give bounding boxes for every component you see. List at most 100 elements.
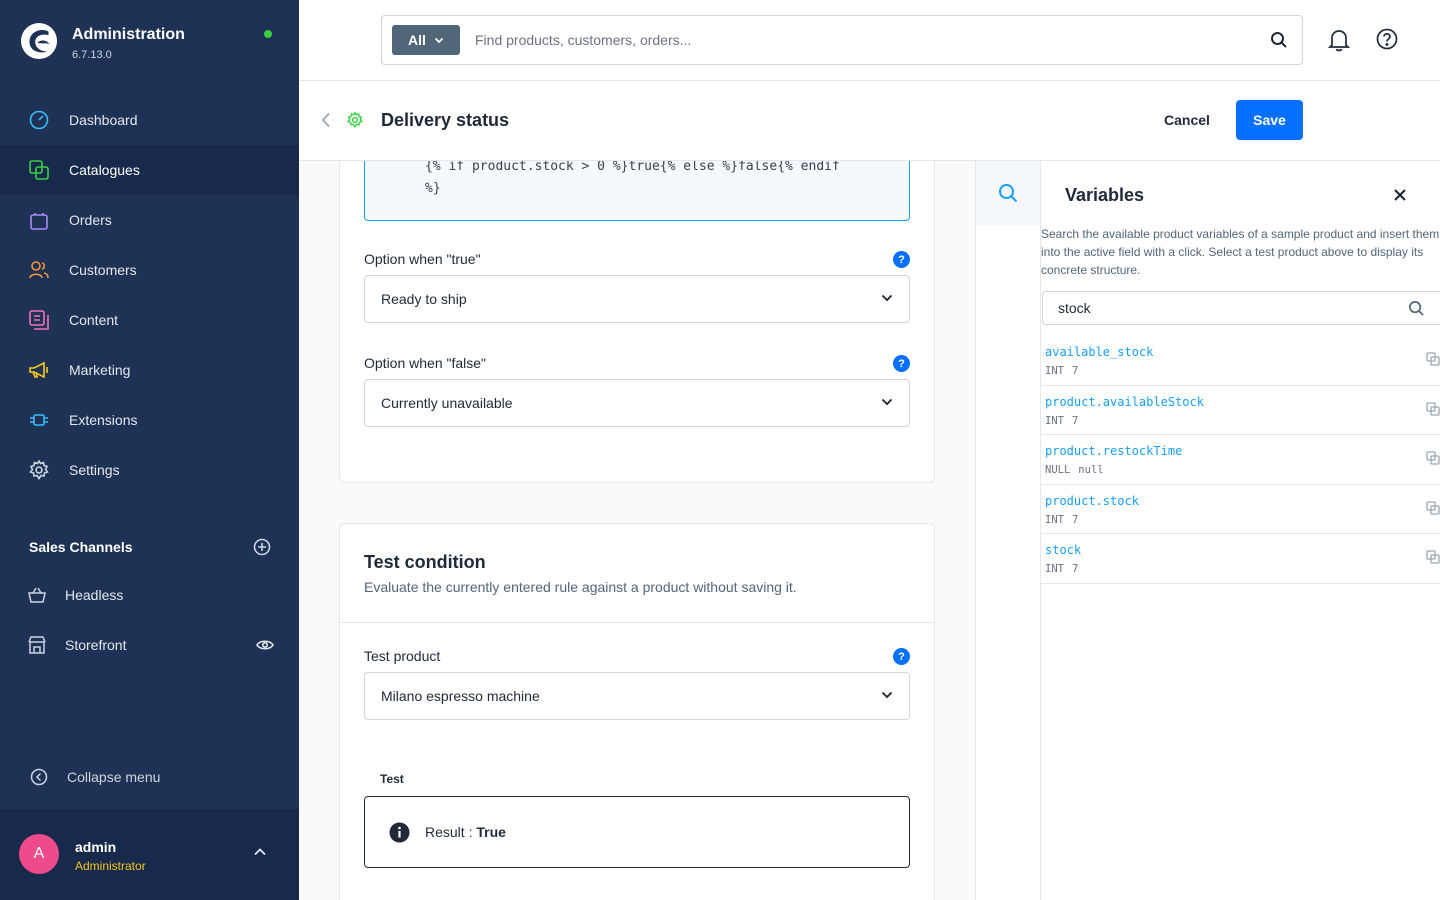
chevron-up-icon[interactable] [253,847,267,857]
nav-item-orders[interactable]: Orders [0,195,299,245]
cancel-button[interactable]: Cancel [1151,100,1223,140]
variable-name[interactable]: product.restockTime [1045,444,1440,458]
search-type-select[interactable]: All [392,25,460,55]
add-channel-icon[interactable] [253,538,271,556]
sidebar-rail [975,161,1041,900]
nav-item-label: Content [69,312,119,328]
nav-item-settings[interactable]: Settings [0,445,299,495]
variables-panel: Variables Search the available product v… [1041,161,1440,900]
variable-value: null [1078,464,1104,477]
sales-channels-title: Sales Channels [29,539,133,555]
variables-search-field[interactable]: stock [1042,291,1440,325]
variable-name[interactable]: product.availableStock [1045,395,1440,409]
search-input[interactable] [475,32,1270,48]
copy-icon[interactable] [1426,451,1440,465]
variable-name[interactable]: product.stock [1045,494,1440,508]
variable-name[interactable]: available_stock [1045,345,1440,359]
basket-icon [28,584,46,606]
nav-item-label: Customers [69,262,137,278]
content-icon [28,309,50,331]
nav-item-label: Extensions [69,412,138,428]
app-name: Administration [72,26,185,43]
variable-value: 7 [1071,414,1079,427]
copy-icon[interactable] [1426,401,1440,416]
variables-description: Search the available product variables o… [1041,227,1440,277]
variable-type: INT [1045,513,1064,526]
variable-row[interactable]: stock INT 7 [1041,534,1440,584]
brand[interactable]: Administration 6.7.13.0 [20,22,185,61]
help-circle-icon[interactable] [1376,28,1398,50]
sales-channel-headless[interactable]: Headless [28,580,274,610]
variable-type: INT [1045,365,1064,377]
variable-value: 7 [1071,563,1079,576]
variable-row[interactable]: product.stock INT 7 [1041,485,1440,535]
variable-row[interactable]: product.restockTime NULL null [1041,435,1440,485]
page-header: Delivery status Cancel Save [299,81,1440,161]
nav-item-label: Settings [69,462,120,478]
catalogue-icon [28,159,50,181]
option-false-value: Currently unavailable [381,395,513,411]
option-true-select[interactable]: Ready to ship [364,275,910,323]
chevron-down-icon [881,398,893,406]
test-product-value: Milano espresso machine [381,688,540,704]
gear-icon [347,112,363,128]
global-search: All [381,15,1303,65]
storefront-icon [28,634,46,656]
eye-icon[interactable] [256,639,274,651]
top-bar: All [299,0,1440,81]
nav-item-label: Marketing [69,362,131,378]
variable-row[interactable]: product.availableStock INT 7 [1041,386,1440,436]
variable-row[interactable]: available_stock INT 7 [1041,336,1440,386]
variable-type: NULL [1045,464,1071,477]
info-icon [389,822,410,842]
nav-item-extensions[interactable]: Extensions [0,395,299,445]
test-product-label: Test product [364,648,441,664]
test-product-select[interactable]: Milano espresso machine [364,672,910,720]
copy-icon[interactable] [1426,550,1440,565]
variable-value: 7 [1071,365,1079,377]
nav-item-dashboard[interactable]: Dashboard [0,95,299,145]
collapse-menu-button[interactable]: Collapse menu [29,766,160,788]
dashboard-icon [28,109,50,131]
user-name: admin [75,839,117,855]
result-prefix: Result : [425,824,477,840]
nav-item-customers[interactable]: Customers [0,245,299,295]
test-result-box: Result : True [364,796,910,868]
gear-icon [28,459,50,481]
nav-item-label: Dashboard [69,112,138,128]
orders-icon [28,209,50,231]
chevron-down-icon [881,294,893,302]
customers-icon [28,259,50,281]
option-false-select[interactable]: Currently unavailable [364,379,910,427]
nav-item-catalogues[interactable]: Catalogues [0,145,299,195]
search-icon[interactable] [1270,31,1288,49]
page-title: Delivery status [381,110,510,130]
chevron-down-icon [434,37,444,43]
rule-code-editor[interactable]: {% if product.stock > 0 %}true{% else %}… [364,161,910,221]
variables-title: Variables [1065,185,1145,205]
nav-item-content[interactable]: Content [0,295,299,345]
search-icon [999,184,1018,203]
variables-toggle-button[interactable] [976,161,1040,225]
variable-name[interactable]: stock [1045,543,1440,557]
sales-channel-storefront[interactable]: Storefront [28,630,274,660]
sales-channel-label: Headless [65,587,124,603]
user-menu[interactable]: A admin Administrator [0,809,299,900]
help-icon[interactable]: ? [893,251,910,268]
close-icon[interactable] [1393,188,1407,202]
copy-icon[interactable] [1426,501,1440,515]
test-section-label: Test [380,772,404,786]
test-condition-title: Test condition [364,552,486,572]
copy-icon[interactable] [1426,352,1440,366]
bell-icon[interactable] [1328,28,1350,52]
save-button[interactable]: Save [1236,100,1303,140]
back-chevron-icon[interactable] [321,112,331,128]
help-icon[interactable]: ? [893,355,910,372]
variable-value: 7 [1071,513,1079,526]
sales-channel-label: Storefront [65,637,127,653]
search-icon [1409,301,1424,316]
nav-item-marketing[interactable]: Marketing [0,345,299,395]
option-false-label: Option when "false" [364,355,487,371]
help-icon[interactable]: ? [893,648,910,665]
user-role: Administrator [75,859,146,873]
